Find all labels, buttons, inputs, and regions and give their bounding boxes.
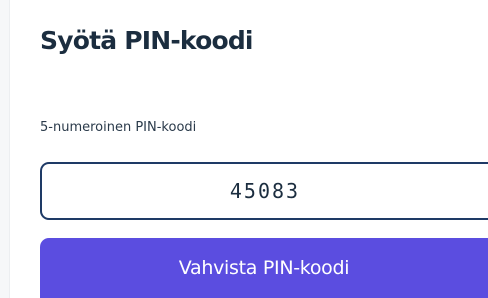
sidebar-edge	[0, 0, 10, 298]
confirm-pin-button[interactable]: Vahvista PIN-koodi	[40, 238, 488, 298]
pin-input[interactable]	[40, 162, 488, 220]
pin-field-label: 5-numeroinen PIN-koodi	[40, 120, 197, 135]
page-title: Syötä PIN-koodi	[40, 26, 254, 55]
